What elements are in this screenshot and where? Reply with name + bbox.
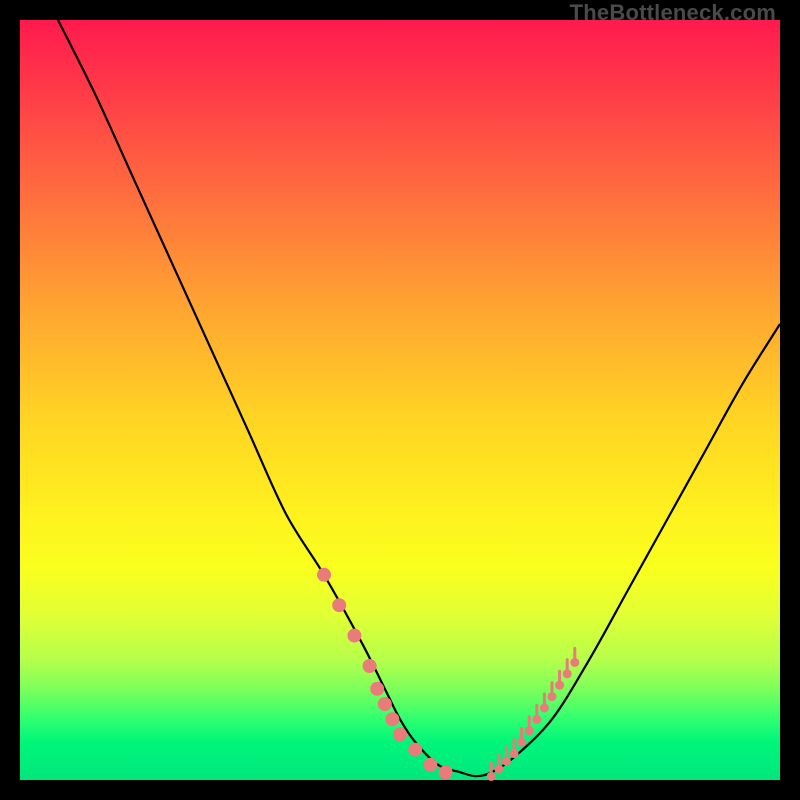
- right-tick-dot: [494, 764, 503, 773]
- right-tick-dot: [555, 681, 564, 690]
- right-tick-dot: [540, 704, 549, 713]
- left-dot: [363, 659, 377, 673]
- right-tick-dot: [502, 757, 511, 766]
- left-dot: [423, 758, 437, 772]
- right-tick-dot: [570, 658, 579, 667]
- left-dot: [408, 743, 422, 757]
- right-tick-dot: [548, 692, 557, 701]
- right-tick-dot: [532, 715, 541, 724]
- plot-area: [20, 20, 780, 780]
- left-dot: [370, 682, 384, 696]
- left-dot: [378, 697, 392, 711]
- right-tick-dot: [510, 749, 519, 758]
- left-dot: [332, 598, 346, 612]
- left-dot: [393, 727, 407, 741]
- left-dot: [439, 765, 453, 779]
- right-tick-dot: [525, 726, 534, 735]
- bottleneck-curve: [58, 20, 780, 776]
- curve-svg: [20, 20, 780, 780]
- left-dot: [347, 629, 361, 643]
- chart-frame: TheBottleneck.com: [0, 0, 800, 800]
- left-dot: [317, 568, 331, 582]
- left-dot: [385, 712, 399, 726]
- right-tick-dot: [487, 772, 496, 781]
- right-tick-dot: [563, 669, 572, 678]
- right-tick-dot: [517, 738, 526, 747]
